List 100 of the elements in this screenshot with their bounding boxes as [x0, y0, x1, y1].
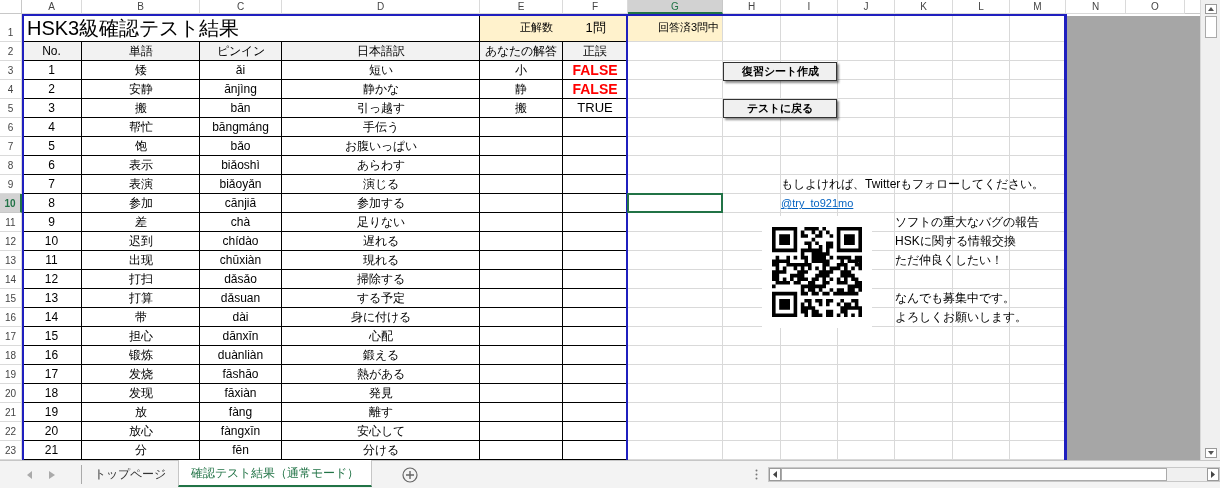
table-cell: 引っ越す: [282, 99, 480, 118]
table-cell: dǎsǎo: [200, 270, 282, 289]
table-cell: 発見: [282, 384, 480, 403]
table-cell: 矮: [82, 61, 200, 80]
note-line: なんでも募集中です。: [895, 290, 1016, 307]
table-cell: 小: [480, 61, 563, 80]
row-header[interactable]: 5: [0, 99, 22, 118]
sheet-tab[interactable]: 確認テスト結果（通常モード）: [178, 460, 372, 487]
row-header[interactable]: 23: [0, 441, 22, 460]
table-cell: 足りない: [282, 213, 480, 232]
table-cell: fāxiàn: [200, 384, 282, 403]
row-header[interactable]: 7: [0, 137, 22, 156]
table-cell: 表示: [82, 156, 200, 175]
column-header[interactable]: H: [723, 0, 781, 14]
table-cell: 出现: [82, 251, 200, 270]
column-header[interactable]: K: [895, 0, 953, 14]
column-header[interactable]: I: [781, 0, 838, 14]
scroll-left-icon[interactable]: [769, 468, 781, 481]
more-options-icon[interactable]: [755, 469, 758, 480]
column-heading: ピンイン: [200, 42, 282, 61]
column-header[interactable]: B: [82, 0, 200, 14]
previous-sheet-icon[interactable]: [26, 470, 33, 479]
row-header[interactable]: 11: [0, 213, 22, 232]
vertical-scroll-thumb[interactable]: [1204, 16, 1217, 38]
table-cell: 帮忙: [82, 118, 200, 137]
table-cell: 安心して: [282, 422, 480, 441]
table-cell: 锻炼: [82, 346, 200, 365]
table-cell: 静かな: [282, 80, 480, 99]
table-cell: fàng: [200, 403, 282, 422]
row-header[interactable]: 20: [0, 384, 22, 403]
row-header[interactable]: 2: [0, 42, 22, 61]
row-header[interactable]: 19: [0, 365, 22, 384]
table-cell: 心配: [282, 327, 480, 346]
row-header[interactable]: 8: [0, 156, 22, 175]
row-header[interactable]: 18: [0, 346, 22, 365]
column-heading: 単語: [82, 42, 200, 61]
table-cell: 演じる: [282, 175, 480, 194]
table-cell: 搬: [82, 99, 200, 118]
table-cell: 发现: [82, 384, 200, 403]
table-cell: 饱: [82, 137, 200, 156]
row-header[interactable]: 22: [0, 422, 22, 441]
selected-cell-outline[interactable]: [627, 193, 723, 213]
table-cell: 放: [82, 403, 200, 422]
action-button[interactable]: 復習シート作成: [723, 62, 837, 81]
row-header[interactable]: 21: [0, 403, 22, 422]
row-header[interactable]: 14: [0, 270, 22, 289]
row-header[interactable]: 12: [0, 232, 22, 251]
column-header[interactable]: G: [628, 0, 723, 14]
table-cell: 鍛える: [282, 346, 480, 365]
row-header[interactable]: 3: [0, 61, 22, 80]
column-header[interactable]: A: [22, 0, 82, 14]
table-cell: chūxiàn: [200, 251, 282, 270]
table-cell: 发烧: [82, 365, 200, 384]
table-cell: 安静: [82, 80, 200, 99]
table-cell: duànliàn: [200, 346, 282, 365]
scroll-up-icon[interactable]: [1204, 4, 1217, 14]
table-cell: お腹いっぱい: [282, 137, 480, 156]
horizontal-scrollbar[interactable]: [768, 467, 1220, 482]
table-cell: 带: [82, 308, 200, 327]
column-header[interactable]: E: [480, 0, 563, 14]
table-cell: 打扫: [82, 270, 200, 289]
row-header[interactable]: 1: [0, 14, 22, 42]
column-header[interactable]: J: [838, 0, 895, 14]
table-cell: する予定: [282, 289, 480, 308]
column-header[interactable]: M: [1010, 0, 1066, 14]
column-header[interactable]: N: [1066, 0, 1126, 14]
row-header[interactable]: 13: [0, 251, 22, 270]
next-sheet-icon[interactable]: [48, 470, 55, 479]
row-header[interactable]: 4: [0, 80, 22, 99]
row-header[interactable]: 16: [0, 308, 22, 327]
table-cell: bāngmáng: [200, 118, 282, 137]
column-heading: No.: [22, 42, 82, 61]
row-header[interactable]: 10: [0, 194, 22, 213]
score-label: 正解数: [520, 20, 553, 36]
action-button[interactable]: テストに戻る: [723, 99, 837, 118]
table-cell: 熱がある: [282, 365, 480, 384]
column-heading: 正誤: [563, 42, 628, 61]
row-header[interactable]: 6: [0, 118, 22, 137]
table-cell: dài: [200, 308, 282, 327]
add-sheet-icon[interactable]: [402, 466, 418, 483]
row-header[interactable]: 9: [0, 175, 22, 194]
scroll-down-icon[interactable]: [1204, 448, 1217, 458]
table-cell: 遅れる: [282, 232, 480, 251]
row-header[interactable]: 15: [0, 289, 22, 308]
column-header[interactable]: F: [563, 0, 628, 14]
scroll-right-icon[interactable]: [1207, 468, 1219, 481]
table-cell: chídào: [200, 232, 282, 251]
column-header[interactable]: O: [1126, 0, 1185, 14]
column-header[interactable]: C: [200, 0, 282, 14]
horizontal-scroll-thumb[interactable]: [781, 468, 1167, 481]
column-header[interactable]: D: [282, 0, 480, 14]
sheet-tab[interactable]: トップページ: [82, 460, 178, 487]
column-header[interactable]: L: [953, 0, 1010, 14]
table-cell: 現れる: [282, 251, 480, 270]
table-cell: biǎoshì: [200, 156, 282, 175]
table-cell: ānjìng: [200, 80, 282, 99]
twitter-link[interactable]: @try_to921mo: [781, 195, 854, 212]
row-header[interactable]: 17: [0, 327, 22, 346]
table-cell: biǎoyǎn: [200, 175, 282, 194]
table-cell: 参加する: [282, 194, 480, 213]
